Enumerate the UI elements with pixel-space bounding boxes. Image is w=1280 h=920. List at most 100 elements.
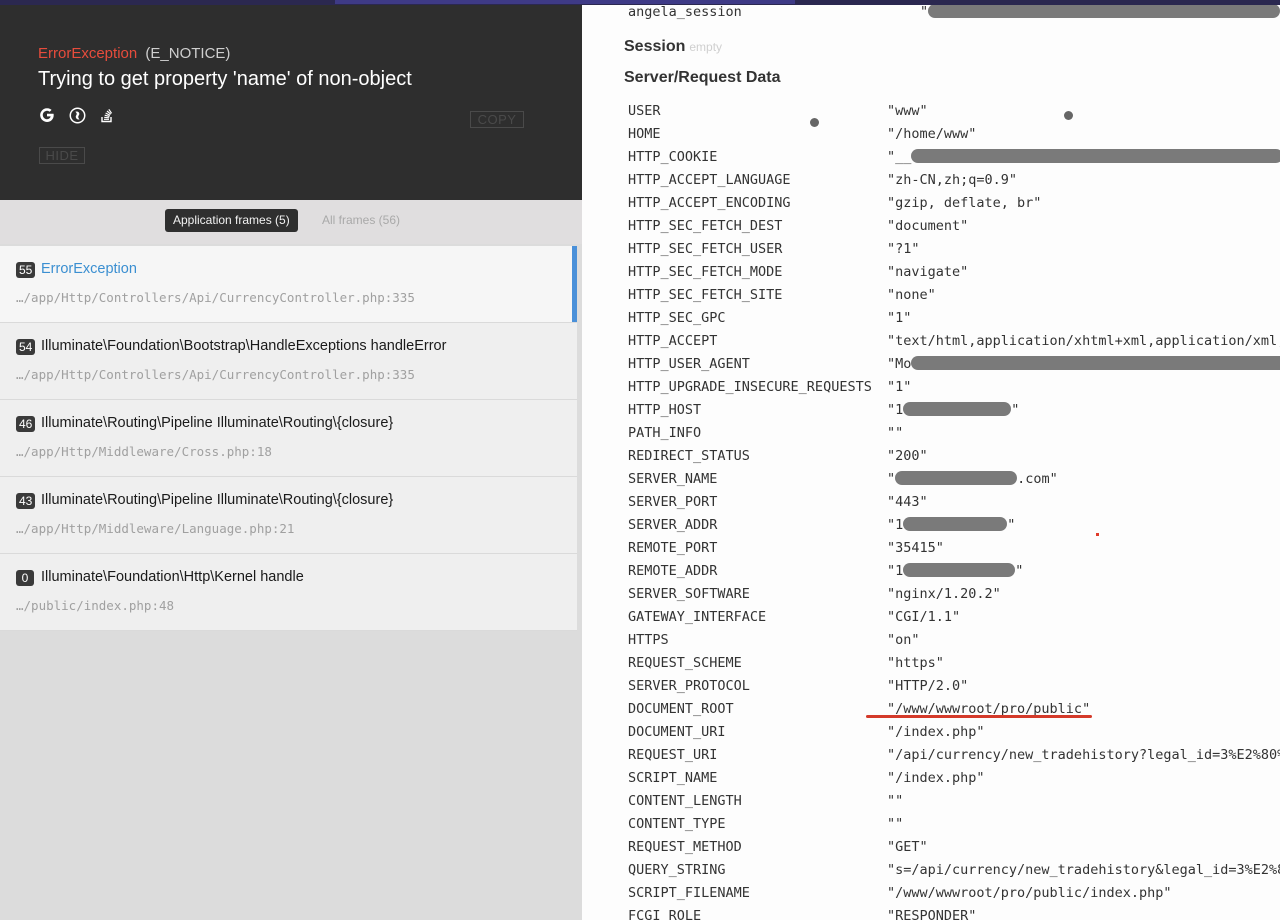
server-data-key: HTTPS: [628, 632, 669, 648]
server-data-key: REQUEST_SCHEME: [628, 655, 742, 671]
server-data-value: "1": [887, 310, 912, 326]
server-data-key: REMOTE_ADDR: [628, 563, 718, 579]
server-data-value: "1": [887, 379, 912, 395]
server-data-value: "GET": [887, 839, 928, 855]
server-data-row: SERVER_PORT "443": [628, 491, 1280, 514]
server-data-row: REQUEST_METHOD "GET": [628, 836, 1280, 859]
server-data-value: "?1": [887, 241, 920, 257]
server-data-row: HTTP_HOST "1 ": [628, 399, 1280, 422]
server-data-key: SERVER_ADDR: [628, 517, 718, 533]
server-data-row: REQUEST_SCHEME "https": [628, 652, 1280, 675]
server-data-row: SCRIPT_NAME "/index.php": [628, 767, 1280, 790]
server-data-value: "nginx/1.20.2": [887, 586, 1001, 602]
frame-item[interactable]: 0 Illuminate\Foundation\Http\Kernel hand…: [0, 554, 577, 631]
redacted-value: [911, 356, 1280, 370]
copy-button[interactable]: COPY: [470, 111, 524, 128]
server-data-value: "443": [887, 494, 928, 510]
server-data-value: "1": [887, 517, 1016, 533]
server-data-key: HTTP_UPGRADE_INSECURE_REQUESTS: [628, 379, 872, 395]
duckduckgo-search-icon[interactable]: [68, 106, 86, 124]
server-data-row: HTTPS "on": [628, 629, 1280, 652]
server-data-key: CONTENT_LENGTH: [628, 793, 742, 809]
server-data-table: USER"www"HOME"/home/www"HTTP_COOKIE"__gH…: [628, 100, 1280, 920]
server-data-key: USER: [628, 103, 661, 119]
server-data-value: "/api/currency/new_tradehistory?legal_id…: [887, 747, 1280, 763]
tab-application-frames[interactable]: Application frames (5): [165, 209, 298, 232]
server-data-row: SERVER_ADDR "1 ": [628, 514, 1280, 537]
redacted-value: [911, 149, 1280, 163]
server-data-key: REQUEST_METHOD: [628, 839, 742, 855]
cursor-dot: [1064, 111, 1073, 120]
server-data-key: REQUEST_URI: [628, 747, 718, 763]
frame-path: …/app/Http/Middleware/Cross.php:18: [16, 444, 272, 459]
hide-button[interactable]: HIDE: [39, 147, 85, 164]
server-data-row: QUERY_STRING "s=/api/currency/new_tradehi…: [628, 859, 1280, 882]
server-data-key: GATEWAY_INTERFACE: [628, 609, 767, 625]
server-data-key: DOCUMENT_URI: [628, 724, 726, 740]
server-data-row: SERVER_PROTOCOL "HTTP/2.0": [628, 675, 1280, 698]
server-data-row: SERVER_SOFTWARE "nginx/1.20.2": [628, 583, 1280, 606]
server-data-value: "35415": [887, 540, 944, 556]
server-data-key: HTTP_SEC_GPC: [628, 310, 726, 326]
server-data-row: HTTP_SEC_GPC "1": [628, 307, 1280, 330]
server-data-value: "1": [887, 402, 1020, 418]
tab-all-frames[interactable]: All frames (56): [314, 209, 408, 232]
frame-number: 55: [16, 262, 36, 278]
frame-class: Illuminate\Routing\Pipeline Illuminate\R…: [41, 415, 394, 431]
server-data-row: HTTP_SEC_FETCH_USER "?1": [628, 238, 1280, 261]
active-frame-indicator: [572, 246, 577, 322]
server-data-value: "HTTP/2.0": [887, 678, 969, 694]
server-data-value: "": [887, 816, 904, 832]
server-data-value: "1": [887, 563, 1024, 579]
details-panel: angela_session " Session empty Server/Req…: [582, 0, 1280, 920]
server-data-row: HTTP_SEC_FETCH_MODE "navigate": [628, 261, 1280, 284]
redacted-value: [928, 4, 1280, 18]
frame-item[interactable]: 46 Illuminate\Routing\Pipeline Illuminat…: [0, 400, 577, 477]
server-data-row: REMOTE_PORT "35415": [628, 537, 1280, 560]
redacted-value: [895, 471, 1018, 485]
exception-class: ErrorException: [38, 45, 138, 62]
session-cookie-key: angela_session: [628, 4, 742, 20]
server-data-row: HTTP_UPGRADE_INSECURE_REQUESTS "1": [628, 376, 1280, 399]
server-data-key: HTTP_SEC_FETCH_SITE: [628, 287, 783, 303]
server-data-key: REMOTE_PORT: [628, 540, 718, 556]
top-accent-bar: [0, 0, 1280, 5]
server-data-key: HTTP_ACCEPT_ENCODING: [628, 195, 791, 211]
server-data-row: HTTP_ACCEPT_LANGUAGE "zh-CN,zh;q=0.9": [628, 169, 1280, 192]
google-search-icon[interactable]: [38, 106, 56, 124]
server-data-key: HTTP_HOST: [628, 402, 702, 418]
frame-number: 54: [16, 339, 36, 355]
server-data-value: "Mo: [887, 353, 1280, 376]
server-data-value: "gzip, deflate, br": [887, 195, 1042, 211]
server-data-key: HTTP_ACCEPT_LANGUAGE: [628, 172, 791, 188]
server-data-row: SCRIPT_FILENAME "/www/wwwroot/pro/public/…: [628, 882, 1280, 905]
server-data-value: "https": [887, 655, 944, 671]
server-data-value: "none": [887, 287, 936, 303]
server-data-value: "www": [887, 103, 928, 119]
frame-item[interactable]: 54 Illuminate\Foundation\Bootstrap\Handl…: [0, 323, 577, 400]
server-data-value: "": [887, 425, 904, 441]
stack-panel: ErrorException (E_NOTICE) Trying to get …: [0, 0, 582, 920]
cursor-dot: [810, 118, 819, 127]
server-data-value: "RESPONDER": [887, 908, 977, 920]
server-data-value: "/index.php": [887, 724, 985, 740]
server-data-row: HTTP_COOKIE "__g: [628, 146, 1280, 169]
server-data-row: CONTENT_TYPE "": [628, 813, 1280, 836]
server-data-key: HTTP_SEC_FETCH_MODE: [628, 264, 783, 280]
frame-item[interactable]: 55 ErrorException …/app/Http/Controllers…: [0, 246, 577, 323]
server-data-key: SERVER_NAME: [628, 471, 718, 487]
server-data-value: "text/html,application/xhtml+xml,applica…: [887, 333, 1280, 349]
frame-item[interactable]: 43 Illuminate\Routing\Pipeline Illuminat…: [0, 477, 577, 554]
stackoverflow-search-icon[interactable]: [98, 106, 116, 124]
server-data-value: "zh-CN,zh;q=0.9": [887, 172, 1018, 188]
server-data-key: QUERY_STRING: [628, 862, 726, 878]
frame-number: 0: [16, 570, 34, 586]
server-data-key: SCRIPT_NAME: [628, 770, 718, 786]
frame-class: Illuminate\Foundation\Bootstrap\HandleEx…: [41, 338, 447, 354]
server-data-key: SERVER_SOFTWARE: [628, 586, 750, 602]
redacted-value: [903, 517, 1008, 531]
server-data-row: HTTP_SEC_FETCH_DEST "document": [628, 215, 1280, 238]
frame-path: …/app/Http/Controllers/Api/CurrencyContr…: [16, 367, 415, 382]
server-data-row: DOCUMENT_URI "/index.php": [628, 721, 1280, 744]
server-data-row: SERVER_NAME " .com": [628, 468, 1280, 491]
